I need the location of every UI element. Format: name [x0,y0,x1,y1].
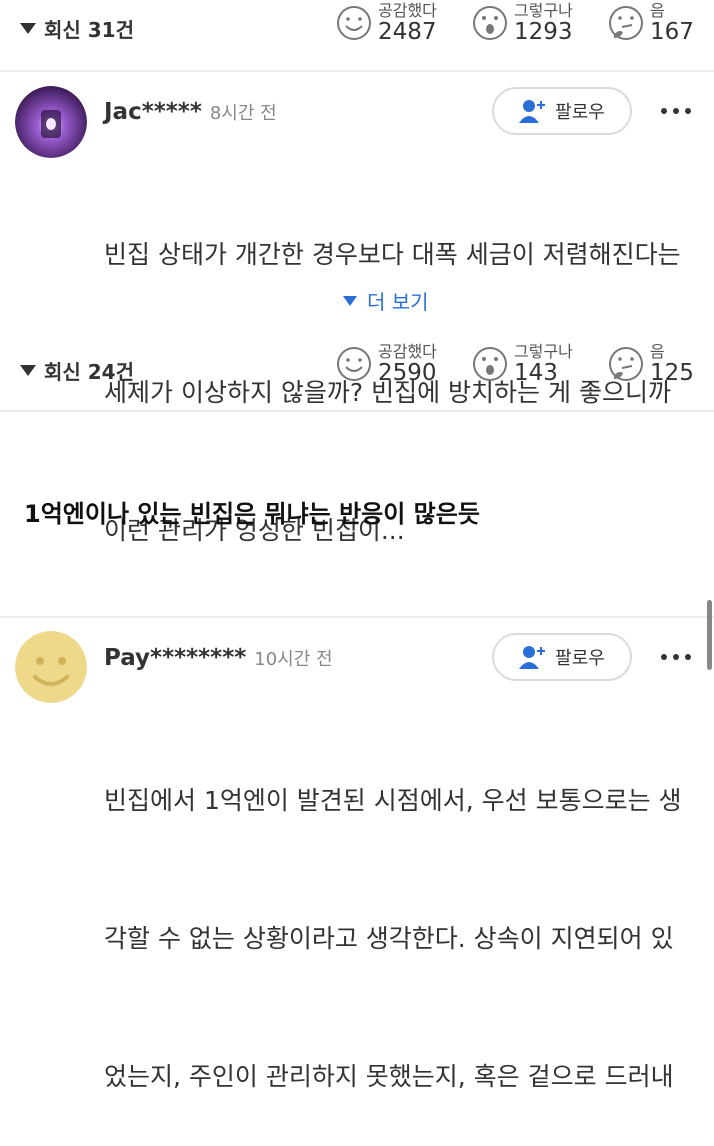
reaction-count: 2590 [378,359,437,386]
reaction-label: 그렇구나 [514,1,573,20]
reaction-hmm[interactable]: 음 167 [608,1,694,45]
follow-button[interactable]: 팔로우 [492,633,632,681]
reaction-count: 2487 [378,18,437,45]
replies-toggle[interactable]: 회신 24건 [20,356,134,385]
caption-text: 1억엔이나 있는 빈집은 뭐냐는 반응이 많은듯 [24,500,480,528]
caret-down-icon [343,295,357,306]
reaction-label: 그렇구나 [514,342,573,361]
avatar [15,631,87,703]
scrollbar[interactable] [707,600,712,670]
reaction-i-see[interactable]: 그렇구나 143 [472,342,573,386]
reaction-label: 음 [650,1,665,20]
reaction-count: 125 [650,359,694,386]
replies-toggle[interactable]: 회신 31건 [20,14,134,43]
author-name[interactable]: Jac***** [104,99,202,125]
reaction-count: 167 [650,18,694,45]
reaction-i-see[interactable]: 그렇구나 1293 [472,1,573,45]
divider [0,70,714,72]
reaction-label: 공감했다 [378,342,437,361]
divider [0,616,714,618]
more-options-icon[interactable] [661,108,691,114]
show-more-label: 더 보기 [367,290,429,314]
follow-label: 팔로우 [555,648,605,669]
reaction-label: 공감했다 [378,1,437,20]
more-options-icon[interactable] [661,654,691,660]
reaction-empathy[interactable]: 공감했다 2590 [336,342,437,386]
reaction-hmm[interactable]: 음 125 [608,342,694,386]
add-user-icon [519,646,546,669]
timestamp: 8시간 전 [209,103,277,124]
smile-face-icon [337,347,371,382]
add-user-icon [519,100,546,123]
timestamp: 10시간 전 [254,649,333,670]
comment-line: 었는지, 주인이 관리하지 못했는지, 혹은 겉으로 드러내 [104,1062,674,1091]
replies-count: 회신 31건 [44,18,134,42]
caret-down-icon [20,365,36,376]
thinking-face-icon [609,6,643,41]
replies-count: 회신 24건 [44,360,134,384]
comment-line: 빈집 상태가 개간한 경우보다 대폭 세금이 저렴해진다는 [104,240,681,269]
thinking-face-icon [609,347,643,382]
surprised-face-icon [473,6,507,41]
reaction-count: 143 [514,359,558,386]
reaction-count: 1293 [514,18,573,45]
comment-header: Jac***** 8시간 전 [104,99,277,125]
reaction-empathy[interactable]: 공감했다 2487 [336,1,437,45]
show-more-link[interactable]: 더 보기 [343,286,429,315]
reaction-label: 음 [650,342,665,361]
follow-button[interactable]: 팔로우 [492,87,632,135]
comment-line: 각할 수 없는 상황이라고 생각한다. 상속이 지연되어 있 [104,924,674,953]
comment-body: 빈집에서 1억엔이 발견된 시점에서, 우선 보통으로는 생 각할 수 없는 상… [104,686,682,1146]
follow-label: 팔로우 [555,102,605,123]
comment-line: 빈집에서 1억엔이 발견된 시점에서, 우선 보통으로는 생 [104,786,682,815]
surprised-face-icon [473,347,507,382]
divider [0,410,714,412]
comment-header: Pay******** 10시간 전 [104,645,333,671]
caret-down-icon [20,23,36,34]
smile-face-icon [337,6,371,41]
author-name[interactable]: Pay******** [104,645,246,671]
avatar [15,86,87,158]
